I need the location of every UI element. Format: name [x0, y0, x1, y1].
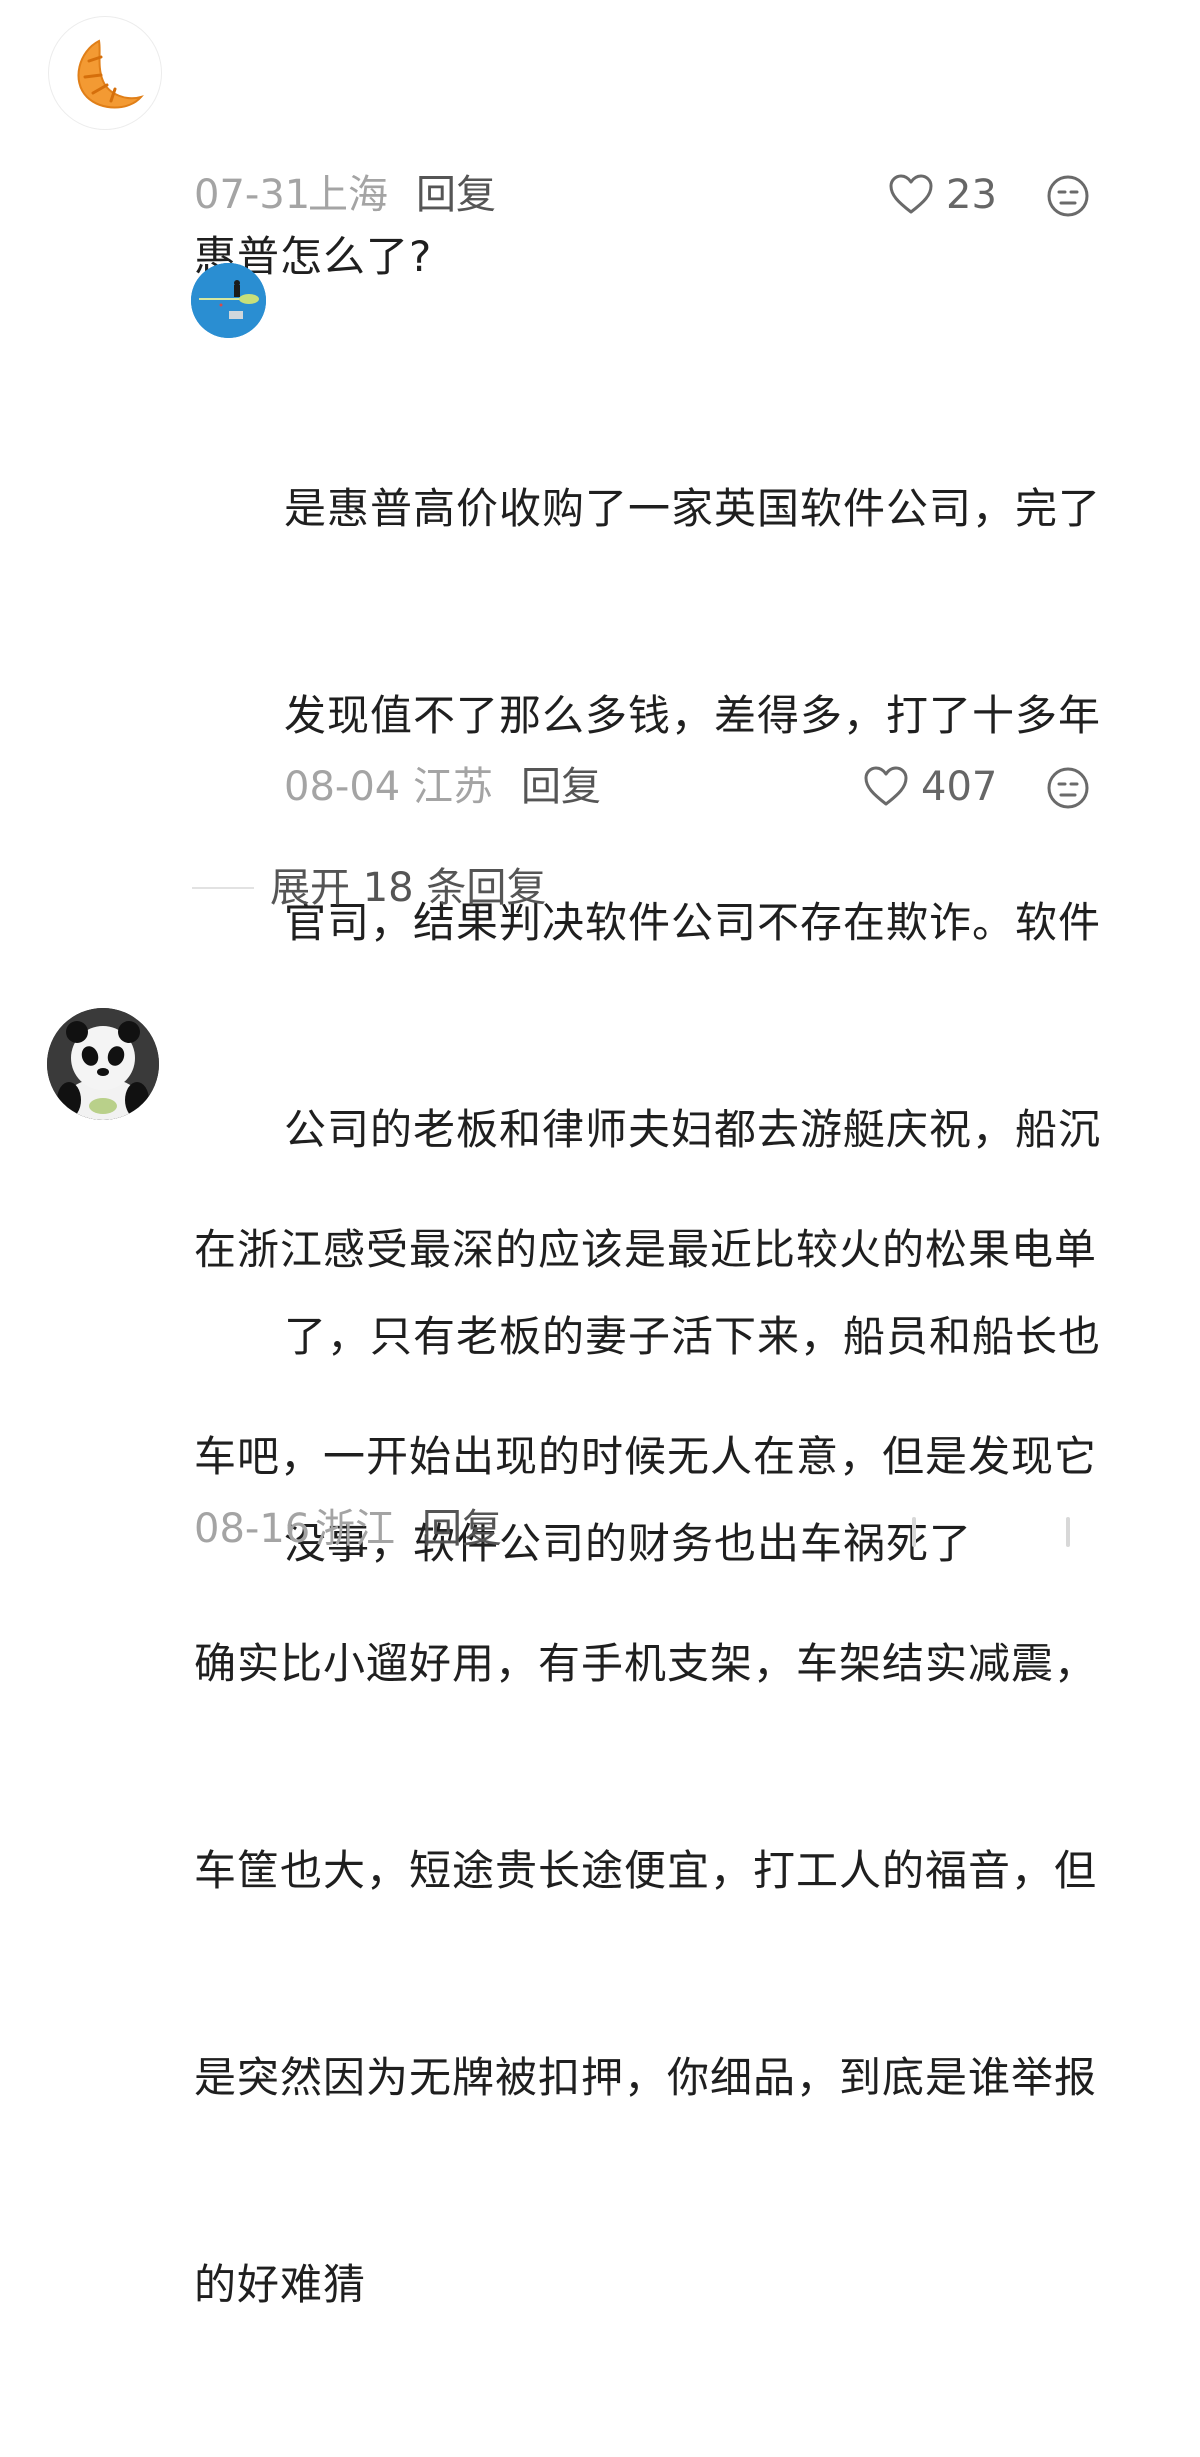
user-avatar[interactable] [48, 16, 162, 130]
panda-icon [47, 1008, 159, 1120]
heart-icon [864, 766, 908, 806]
comment-location: 上海 [308, 172, 388, 218]
meh-face-icon[interactable] [1046, 766, 1090, 810]
like-button[interactable]: 23 [888, 171, 997, 219]
reply-button[interactable]: 回复 [521, 763, 601, 811]
heart-icon [889, 174, 933, 214]
expand-replies-button[interactable]: 展开 18 条回复 [270, 864, 546, 912]
like-button[interactable]: 407 [863, 763, 997, 811]
reply-button[interactable]: 回复 [416, 171, 496, 219]
like-count: 23 [946, 172, 997, 218]
witch-on-broom-icon [191, 263, 266, 338]
meh-face-icon[interactable] [1066, 1517, 1070, 1547]
user-avatar[interactable] [191, 263, 266, 338]
like-button[interactable] [912, 1517, 916, 1547]
reply-date: 08-04 [284, 764, 401, 810]
like-count: 407 [921, 764, 998, 810]
comment-location: 浙江 [315, 1506, 395, 1552]
user-avatar[interactable] [47, 1008, 159, 1120]
croissant-icon [77, 39, 144, 109]
meh-face-icon[interactable] [1046, 174, 1090, 218]
reply-button[interactable]: 回复 [422, 1505, 502, 1553]
comment-date: 08-16 [194, 1506, 311, 1552]
reply-location: 江苏 [413, 764, 493, 810]
divider [192, 887, 254, 889]
comment-text: 在浙江感受最深的应该是最近比较火的松果电单 车吧，一开始出现的时候无人在意，但是… [194, 1225, 1098, 2309]
comment-date: 07-31 [194, 172, 311, 218]
